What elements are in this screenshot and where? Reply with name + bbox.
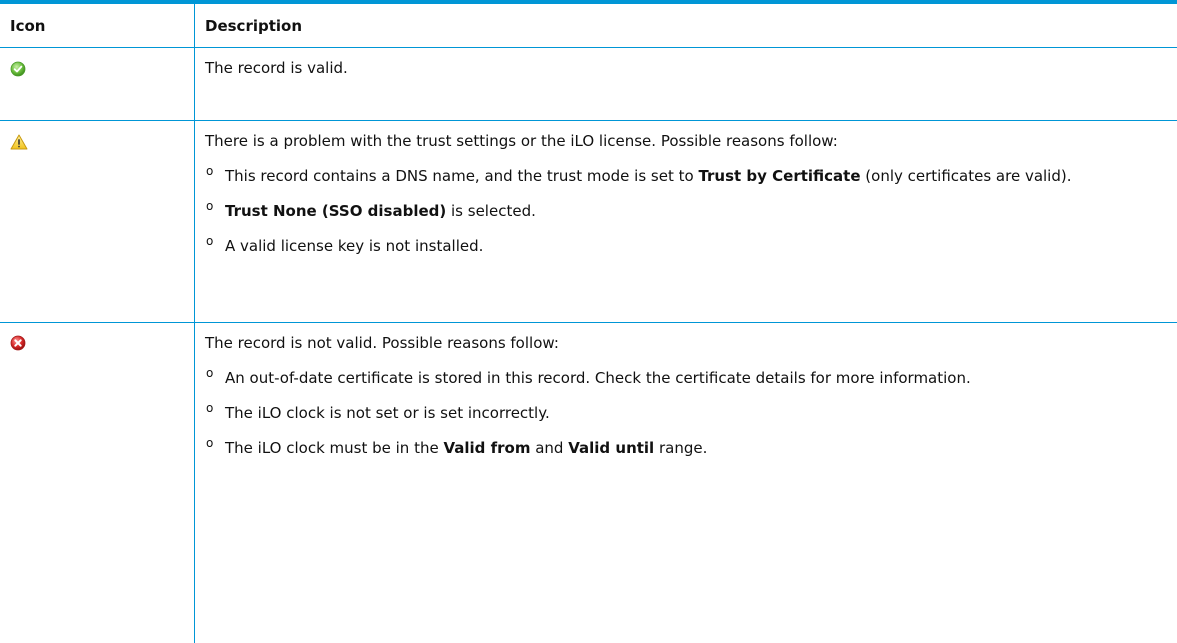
row-description: The record is valid. [205, 59, 348, 77]
error-x-circle-icon [10, 335, 26, 355]
bullet-bold-text: Trust None (SSO disabled) [225, 202, 447, 220]
table-row: The record is not valid. Possible reason… [0, 323, 1177, 643]
bullet-text: This record contains a DNS name, and the… [225, 167, 699, 185]
table-row: The record is valid. [0, 48, 1177, 121]
list-item: o An out-of-date certificate is stored i… [205, 366, 1157, 388]
status-icon-table: Icon Description The record is valid. Th… [0, 0, 1177, 643]
bullet-bold-text: Trust by Certificate [698, 167, 861, 185]
description-cell: There is a problem with the trust settin… [195, 121, 1177, 322]
icon-cell [0, 121, 195, 322]
bullet-marker: o [206, 401, 214, 415]
bullet-marker: o [206, 164, 214, 178]
bullet-marker: o [206, 199, 214, 213]
description-column-header-cell: Description [195, 4, 1177, 47]
bullet-text: range. [654, 439, 708, 457]
bullet-marker: o [206, 436, 214, 450]
icon-cell [0, 323, 195, 643]
bullet-bold-text: Valid until [568, 439, 655, 457]
icon-cell [0, 48, 195, 120]
list-item: o Trust None (SSO disabled) is selected. [205, 199, 1157, 221]
bullet-text: is selected. [446, 202, 536, 220]
bullet-text: An out-of-date certificate is stored in … [225, 369, 971, 387]
bullet-text: The iLO clock must be in the [225, 439, 444, 457]
row-description: There is a problem with the trust settin… [205, 132, 838, 150]
bullet-marker: o [206, 234, 214, 248]
list-item: o A valid license key is not installed. [205, 234, 1157, 256]
description-cell: The record is valid. [195, 48, 1177, 120]
description-column-header: Description [205, 16, 303, 35]
list-item: o The iLO clock must be in the Valid fro… [205, 436, 1157, 458]
list-item: o This record contains a DNS name, and t… [205, 164, 1157, 186]
bullet-text: The iLO clock is not set or is set incor… [225, 404, 550, 422]
check-circle-icon [10, 61, 26, 81]
reason-list: o An out-of-date certificate is stored i… [205, 366, 1157, 458]
row-description: The record is not valid. Possible reason… [205, 334, 559, 352]
icon-column-header: Icon [10, 16, 46, 35]
warning-triangle-icon [10, 134, 28, 154]
bullet-marker: o [206, 366, 214, 380]
list-item: o The iLO clock is not set or is set inc… [205, 401, 1157, 423]
bullet-text: and [530, 439, 569, 457]
table-header-row: Icon Description [0, 4, 1177, 48]
icon-column-header-cell: Icon [0, 4, 195, 47]
bullet-text: A valid license key is not installed. [225, 237, 484, 255]
table-row: There is a problem with the trust settin… [0, 121, 1177, 323]
bullet-text: (only certificates are valid). [860, 167, 1072, 185]
bullet-bold-text: Valid from [443, 439, 531, 457]
description-cell: The record is not valid. Possible reason… [195, 323, 1177, 643]
reason-list: o This record contains a DNS name, and t… [205, 164, 1157, 256]
